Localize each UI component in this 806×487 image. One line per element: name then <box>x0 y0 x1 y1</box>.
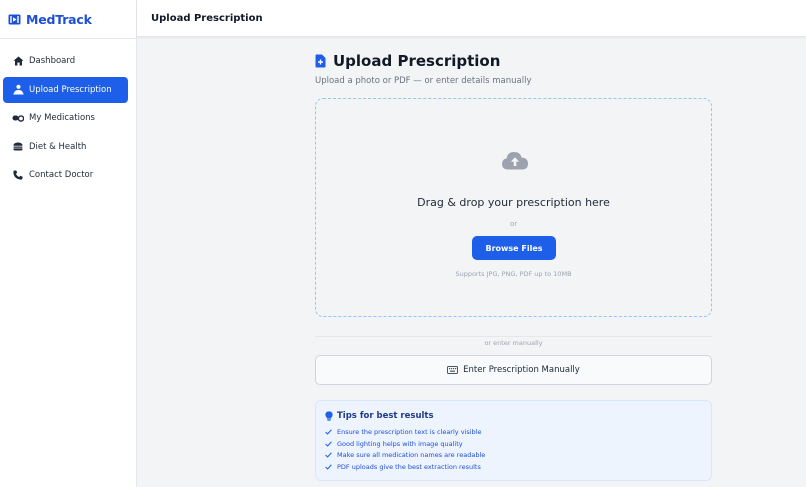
sidebar-item-label: My Medications <box>29 113 95 123</box>
page-heading: Upload Prescription <box>315 52 712 70</box>
user-upload-icon <box>12 84 24 96</box>
enter-manually-label: Enter Prescription Manually <box>463 365 580 375</box>
sidebar-item-label: Upload Prescription <box>29 84 112 95</box>
sidebar-item-dashboard[interactable]: Dashboard <box>3 48 128 74</box>
header-title: Upload Prescription <box>151 12 263 24</box>
sidebar-item-my-medications[interactable]: My Medications <box>3 105 128 131</box>
tips-header: Tips for best results <box>325 411 702 421</box>
page-subtitle: Upload a photo or PDF — or enter details… <box>315 76 532 86</box>
sidebar-item-label: Contact Doctor <box>29 170 94 180</box>
browse-files-button[interactable]: Browse Files <box>472 236 556 260</box>
tips-panel: Tips for best results Ensure the prescri… <box>315 400 712 481</box>
medtrack-logo-icon <box>8 14 21 25</box>
file-medical-icon <box>315 54 326 68</box>
tip-text: Good lighting helps with image quality <box>337 439 463 448</box>
list-item: Ensure the prescription text is clearly … <box>325 426 702 438</box>
main-content: Upload Prescription Upload a photo or PD… <box>315 52 712 481</box>
check-icon <box>325 464 332 470</box>
tip-text: PDF uploads give the best extraction res… <box>337 462 481 471</box>
brand[interactable]: MedTrack <box>0 0 136 39</box>
list-item: PDF uploads give the best extraction res… <box>325 461 702 473</box>
sidebar-item-contact-doctor[interactable]: Contact Doctor <box>3 162 128 188</box>
page-title: Upload Prescription <box>333 52 501 70</box>
sidebar-item-label: Dashboard <box>29 56 76 66</box>
keyboard-icon <box>447 366 459 374</box>
list-item: Good lighting helps with image quality <box>325 438 702 450</box>
check-icon <box>325 440 332 447</box>
divider-text: or enter manually <box>478 339 549 347</box>
dropzone-or-text: or <box>509 220 518 228</box>
sidebar-item-label: Diet & Health <box>29 141 87 152</box>
dropzone-title: Drag & drop your prescription here <box>417 196 610 209</box>
tip-text: Ensure the prescription text is clearly … <box>337 427 482 436</box>
tips-list: Ensure the prescription text is clearly … <box>325 426 702 473</box>
check-icon <box>325 452 332 459</box>
dropzone-hint: Supports JPG, PNG, PDF up to 10MB <box>455 270 572 278</box>
list-item: Make sure all medication names are reada… <box>325 449 702 461</box>
pills-icon <box>12 112 24 124</box>
cloud-upload-icon <box>501 150 529 170</box>
app-name: MedTrack <box>26 11 92 27</box>
phone-icon <box>12 169 24 181</box>
sidebar-item-diet-health[interactable]: Diet & Health <box>3 134 128 160</box>
burger-icon <box>12 141 24 153</box>
check-icon <box>325 429 332 435</box>
sidebar: MedTrack Dashboard Upload Prescription M… <box>0 0 137 487</box>
file-dropzone[interactable]: Drag & drop your prescription here or Br… <box>315 98 712 317</box>
sidebar-item-upload-prescription[interactable]: Upload Prescription <box>3 76 128 103</box>
tip-text: Make sure all medication names are reada… <box>337 451 486 460</box>
sidebar-nav: Dashboard Upload Prescription My Medicat… <box>0 39 136 188</box>
top-bar: Upload Prescription <box>137 0 806 37</box>
home-icon <box>12 55 24 67</box>
divider: or enter manually <box>315 332 712 350</box>
lightbulb-icon <box>325 411 333 421</box>
enter-manually-button[interactable]: Enter Prescription Manually <box>315 355 712 385</box>
tips-title: Tips for best results <box>337 411 434 421</box>
